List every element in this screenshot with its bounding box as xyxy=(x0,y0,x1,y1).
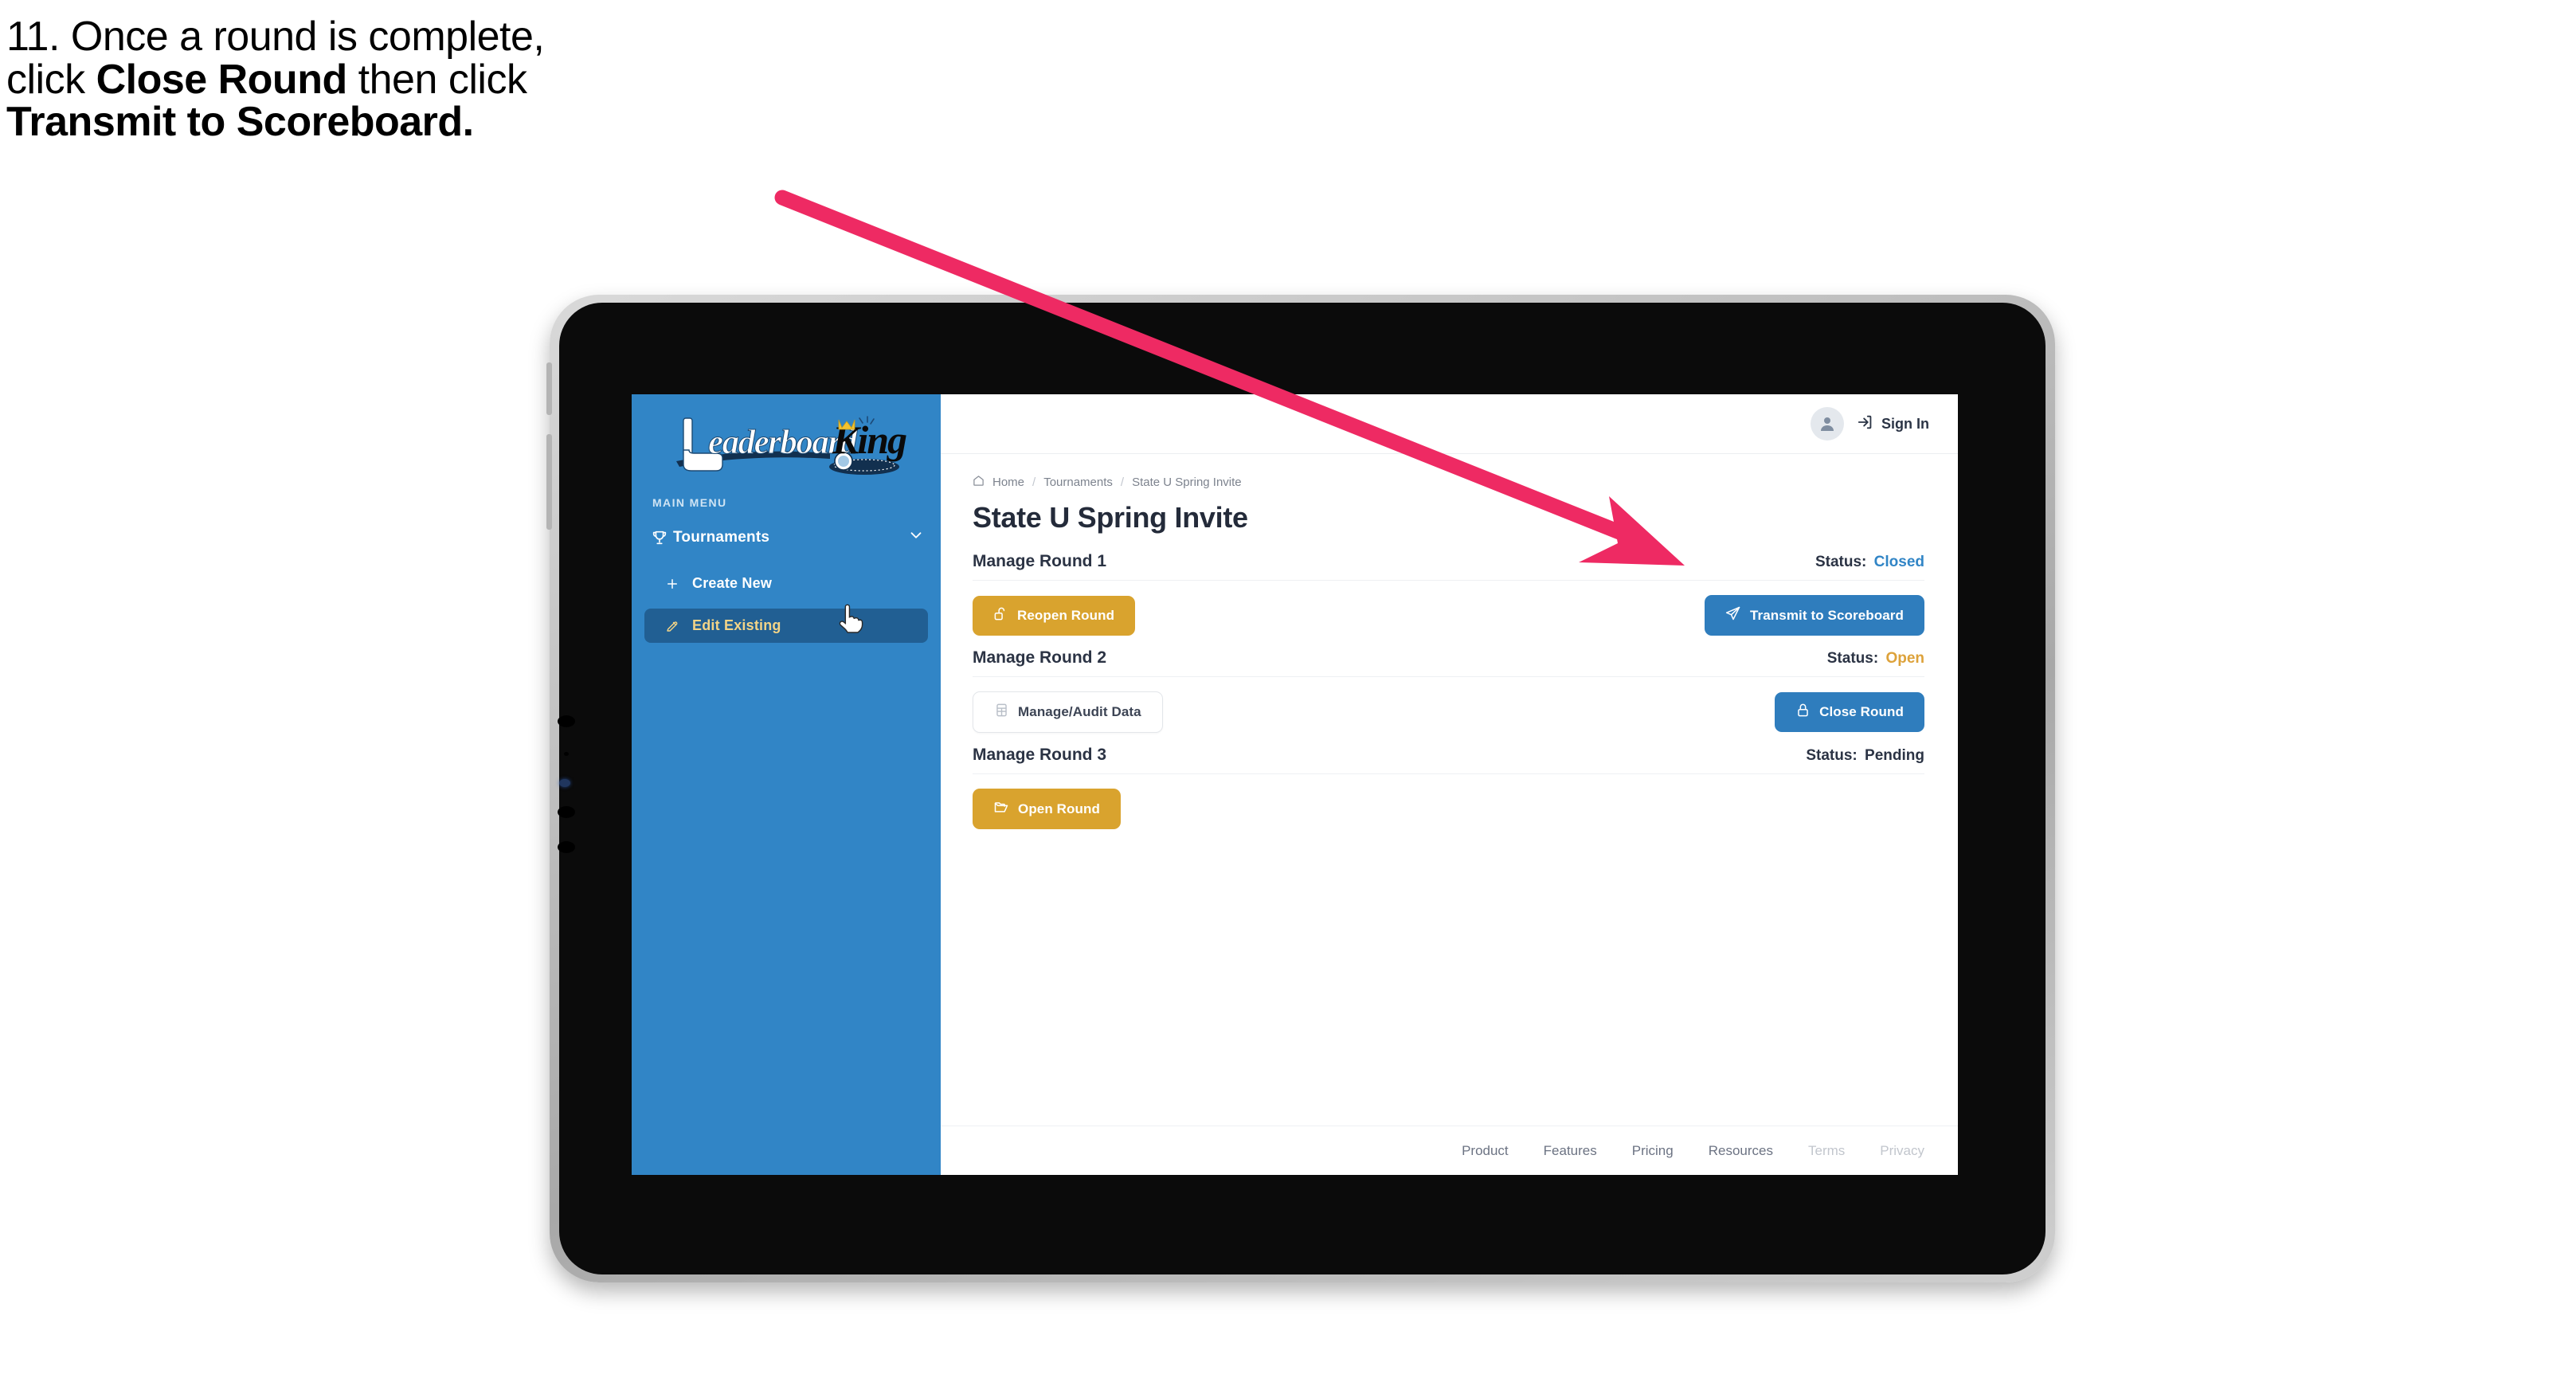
browser-viewport: eaderboard King MAIN MENU Tournaments Cr… xyxy=(632,394,1958,1175)
manage-audit-data-label: Manage/Audit Data xyxy=(1018,704,1141,719)
edit-pencil-icon xyxy=(665,619,692,633)
breadcrumb-item-current: State U Spring Invite xyxy=(1132,476,1242,489)
leaderboardking-logo: eaderboard King xyxy=(659,412,914,480)
round-1-status: Status: Closed xyxy=(1815,554,1924,571)
open-folder-icon xyxy=(993,799,1009,819)
round-section-1: Manage Round 1 Status: Closed Reopen Rou… xyxy=(973,552,1924,636)
sidebar-section-label: MAIN MENU xyxy=(652,496,727,509)
paper-plane-icon xyxy=(1725,605,1741,625)
open-round-label: Open Round xyxy=(1018,801,1100,816)
round-3-status-value: Pending xyxy=(1865,747,1924,764)
sidebar-item-create-new-label: Create New xyxy=(692,575,773,591)
home-icon[interactable] xyxy=(973,475,985,490)
round-1-header: Manage Round 1 Status: Closed xyxy=(973,552,1924,581)
caption-line-3: Transmit to Scoreboard. xyxy=(6,99,474,146)
screenshot-root: 11. Once a round is complete, click Clos… xyxy=(0,0,2576,1386)
tablet-sensor-dot xyxy=(558,806,575,818)
breadcrumb: Home / Tournaments / State U Spring Invi… xyxy=(973,475,1924,490)
caption-line2-post: then click xyxy=(346,56,527,103)
footer-links: Product Features Pricing Resources Terms… xyxy=(941,1126,1958,1175)
breadcrumb-item-tournaments[interactable]: Tournaments xyxy=(1043,476,1113,489)
sign-in-label: Sign In xyxy=(1881,415,1929,432)
round-2-status: Status: Open xyxy=(1827,650,1924,668)
round-3-status-label: Status: xyxy=(1806,747,1858,764)
round-1-actions: Reopen Round Transmit to Scoreboard xyxy=(973,581,1924,636)
sidebar-item-edit-existing-label: Edit Existing xyxy=(692,617,781,633)
top-bar: Sign In xyxy=(941,394,1958,454)
round-2-actions: Manage/Audit Data Close Round xyxy=(973,677,1924,733)
breadcrumb-separator: / xyxy=(1120,476,1125,489)
caption-line-2: click Close Round then click xyxy=(6,56,867,103)
logo-artwork: eaderboard King xyxy=(676,416,908,475)
tablet-sensor-dot xyxy=(564,752,569,756)
round-2-status-value: Open xyxy=(1885,650,1924,667)
login-arrow-icon xyxy=(1857,413,1874,435)
breadcrumb-item-home[interactable]: Home xyxy=(992,476,1024,489)
transmit-to-scoreboard-label: Transmit to Scoreboard xyxy=(1749,607,1904,623)
reopen-round-label: Reopen Round xyxy=(1017,607,1115,623)
open-round-button[interactable]: Open Round xyxy=(973,789,1121,829)
round-2-status-label: Status: xyxy=(1826,650,1879,667)
sidebar: eaderboard King MAIN MENU Tournaments Cr… xyxy=(632,394,941,1175)
transmit-to-scoreboard-button[interactable]: Transmit to Scoreboard xyxy=(1704,595,1924,636)
round-section-2: Manage Round 2 Status: Open Manage/Audit… xyxy=(973,648,1924,733)
sign-in-button[interactable]: Sign In xyxy=(1857,413,1929,435)
caption-close-round-bold: Close Round xyxy=(96,56,348,103)
instruction-caption: 11. Once a round is complete, click Clos… xyxy=(6,14,867,146)
breadcrumb-separator: / xyxy=(1032,476,1036,489)
caption-line-1: 11. Once a round is complete, xyxy=(6,14,545,60)
sidebar-nav-tournaments[interactable]: Tournaments xyxy=(632,517,941,558)
footer-link-terms[interactable]: Terms xyxy=(1808,1143,1845,1159)
table-grid-icon xyxy=(994,703,1009,722)
manage-audit-data-button[interactable]: Manage/Audit Data xyxy=(973,691,1163,733)
tablet-camera-icon xyxy=(559,779,570,787)
main-column: Sign In Home / Tournaments / State U Spr… xyxy=(941,394,1958,1175)
sidebar-item-create-new[interactable]: Create New xyxy=(644,566,928,601)
round-2-header: Manage Round 2 Status: Open xyxy=(973,648,1924,677)
tablet-side-button-volume[interactable] xyxy=(546,434,552,530)
lock-icon xyxy=(1795,703,1811,722)
sidebar-nav-tournaments-label: Tournaments xyxy=(673,529,770,546)
round-1-status-label: Status: xyxy=(1815,554,1867,570)
round-3-status: Status: Pending xyxy=(1806,747,1924,765)
round-3-title: Manage Round 3 xyxy=(973,746,1107,764)
page-title: State U Spring Invite xyxy=(973,501,1248,534)
tablet-sensor-dot xyxy=(558,841,575,853)
chevron-down-icon[interactable] xyxy=(907,527,925,549)
footer-link-resources[interactable]: Resources xyxy=(1709,1143,1773,1159)
round-3-header: Manage Round 3 Status: Pending xyxy=(973,746,1924,774)
round-section-3: Manage Round 3 Status: Pending Open Roun… xyxy=(973,746,1924,829)
unlock-icon xyxy=(993,606,1008,625)
page-content: Home / Tournaments / State U Spring Invi… xyxy=(941,454,1958,1126)
pointing-hand-cursor xyxy=(836,604,863,636)
reopen-round-button[interactable]: Reopen Round xyxy=(973,595,1136,636)
footer-link-product[interactable]: Product xyxy=(1462,1143,1509,1159)
tablet-sensor-dot xyxy=(558,715,575,727)
close-round-button[interactable]: Close Round xyxy=(1775,692,1924,732)
round-3-actions: Open Round xyxy=(973,774,1924,829)
caption-line2-pre: click xyxy=(6,56,96,103)
sidebar-item-edit-existing[interactable]: Edit Existing xyxy=(644,609,928,643)
close-round-label: Close Round xyxy=(1819,704,1904,719)
app-logo[interactable]: eaderboard King xyxy=(632,394,941,480)
user-avatar-icon[interactable] xyxy=(1811,407,1844,440)
trophy-icon xyxy=(651,529,673,546)
plus-icon xyxy=(665,577,692,591)
footer-link-features[interactable]: Features xyxy=(1544,1143,1597,1159)
round-1-status-value: Closed xyxy=(1873,554,1924,570)
footer-link-privacy[interactable]: Privacy xyxy=(1880,1143,1924,1159)
round-2-title: Manage Round 2 xyxy=(973,648,1107,667)
tablet-side-button-power[interactable] xyxy=(546,362,552,415)
round-1-title: Manage Round 1 xyxy=(973,552,1107,570)
svg-text:King: King xyxy=(832,417,906,462)
footer-link-pricing[interactable]: Pricing xyxy=(1632,1143,1674,1159)
